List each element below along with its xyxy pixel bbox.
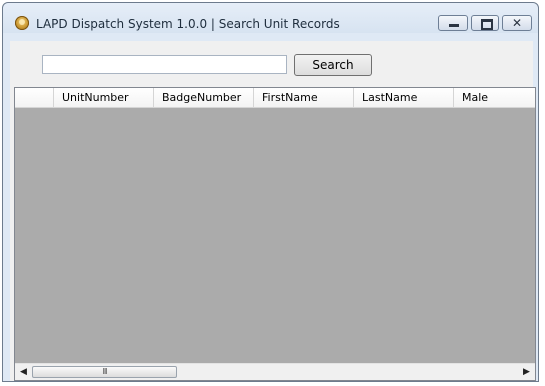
scroll-thumb[interactable]: III — [32, 366, 177, 378]
client-area: Search UnitNumber BadgeNumber FirstName … — [10, 41, 536, 381]
scroll-left-icon[interactable]: ◀ — [15, 364, 32, 380]
app-window: LAPD Dispatch System 1.0.0 | Search Unit… — [2, 2, 539, 382]
minimize-button[interactable] — [438, 15, 468, 31]
maximize-icon — [481, 19, 493, 30]
grid-header: UnitNumber BadgeNumber FirstName LastNam… — [15, 88, 535, 108]
column-header-unitnumber[interactable]: UnitNumber — [54, 88, 154, 107]
badge-icon — [15, 16, 29, 30]
close-icon: ✕ — [511, 16, 523, 30]
unit-records-grid[interactable]: UnitNumber BadgeNumber FirstName LastNam… — [14, 87, 536, 381]
title-bar[interactable]: LAPD Dispatch System 1.0.0 | Search Unit… — [3, 3, 538, 33]
maximize-button[interactable] — [471, 15, 499, 31]
column-header-lastname[interactable]: LastName — [354, 88, 454, 107]
close-button[interactable]: ✕ — [502, 15, 532, 31]
horizontal-scrollbar[interactable]: ◀ III ▶ — [15, 363, 535, 380]
minimize-icon — [449, 24, 459, 27]
column-header-badgenumber[interactable]: BadgeNumber — [154, 88, 254, 107]
window-title: LAPD Dispatch System 1.0.0 | Search Unit… — [36, 17, 340, 31]
scroll-right-icon[interactable]: ▶ — [518, 364, 535, 380]
column-header-male[interactable]: Male — [454, 88, 537, 107]
column-header-firstname[interactable]: FirstName — [254, 88, 354, 107]
search-button[interactable]: Search — [294, 54, 372, 76]
row-header-corner[interactable] — [15, 88, 54, 107]
search-input[interactable] — [42, 55, 287, 74]
